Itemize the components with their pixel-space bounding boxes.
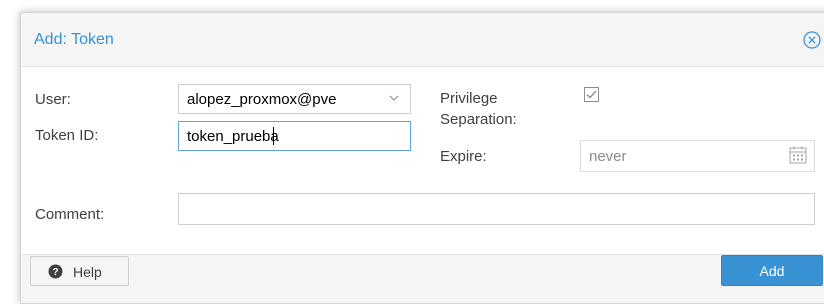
chevron-down-icon[interactable]: [388, 92, 400, 104]
user-value: alopez_proxmox@pve: [187, 91, 337, 108]
privilege-separation-checkbox[interactable]: [584, 87, 599, 102]
calendar-icon[interactable]: [788, 145, 808, 165]
privilege-label-line2: Separation:: [440, 111, 517, 128]
text-caret: [273, 127, 274, 145]
help-button[interactable]: ? Help: [30, 256, 129, 286]
token-id-value: token_prueba: [187, 128, 279, 145]
add-label: Add: [759, 263, 785, 279]
token-id-input[interactable]: token_prueba: [178, 121, 411, 151]
add-token-dialog: Add: Token User: alopez_proxmox@pve Toke…: [20, 12, 824, 304]
comment-input[interactable]: [178, 193, 815, 225]
expire-value: never: [589, 148, 627, 165]
question-circle-icon: ?: [48, 264, 63, 279]
help-label: Help: [73, 264, 102, 280]
svg-text:?: ?: [52, 267, 58, 278]
add-button[interactable]: Add: [721, 255, 823, 286]
token-id-label: Token ID:: [35, 127, 99, 144]
dialog-body: User: alopez_proxmox@pve Token ID: token…: [21, 66, 824, 255]
comment-label: Comment:: [35, 206, 105, 223]
dialog-title: Add: Token: [34, 31, 114, 48]
user-label: User:: [35, 91, 71, 108]
close-icon[interactable]: [803, 31, 821, 49]
user-select[interactable]: alopez_proxmox@pve: [178, 84, 411, 114]
privilege-label-line1: Privilege: [440, 90, 498, 107]
dialog-titlebar[interactable]: Add: Token: [21, 13, 824, 65]
expire-label: Expire:: [440, 148, 487, 165]
expire-date-field[interactable]: never: [580, 140, 815, 172]
